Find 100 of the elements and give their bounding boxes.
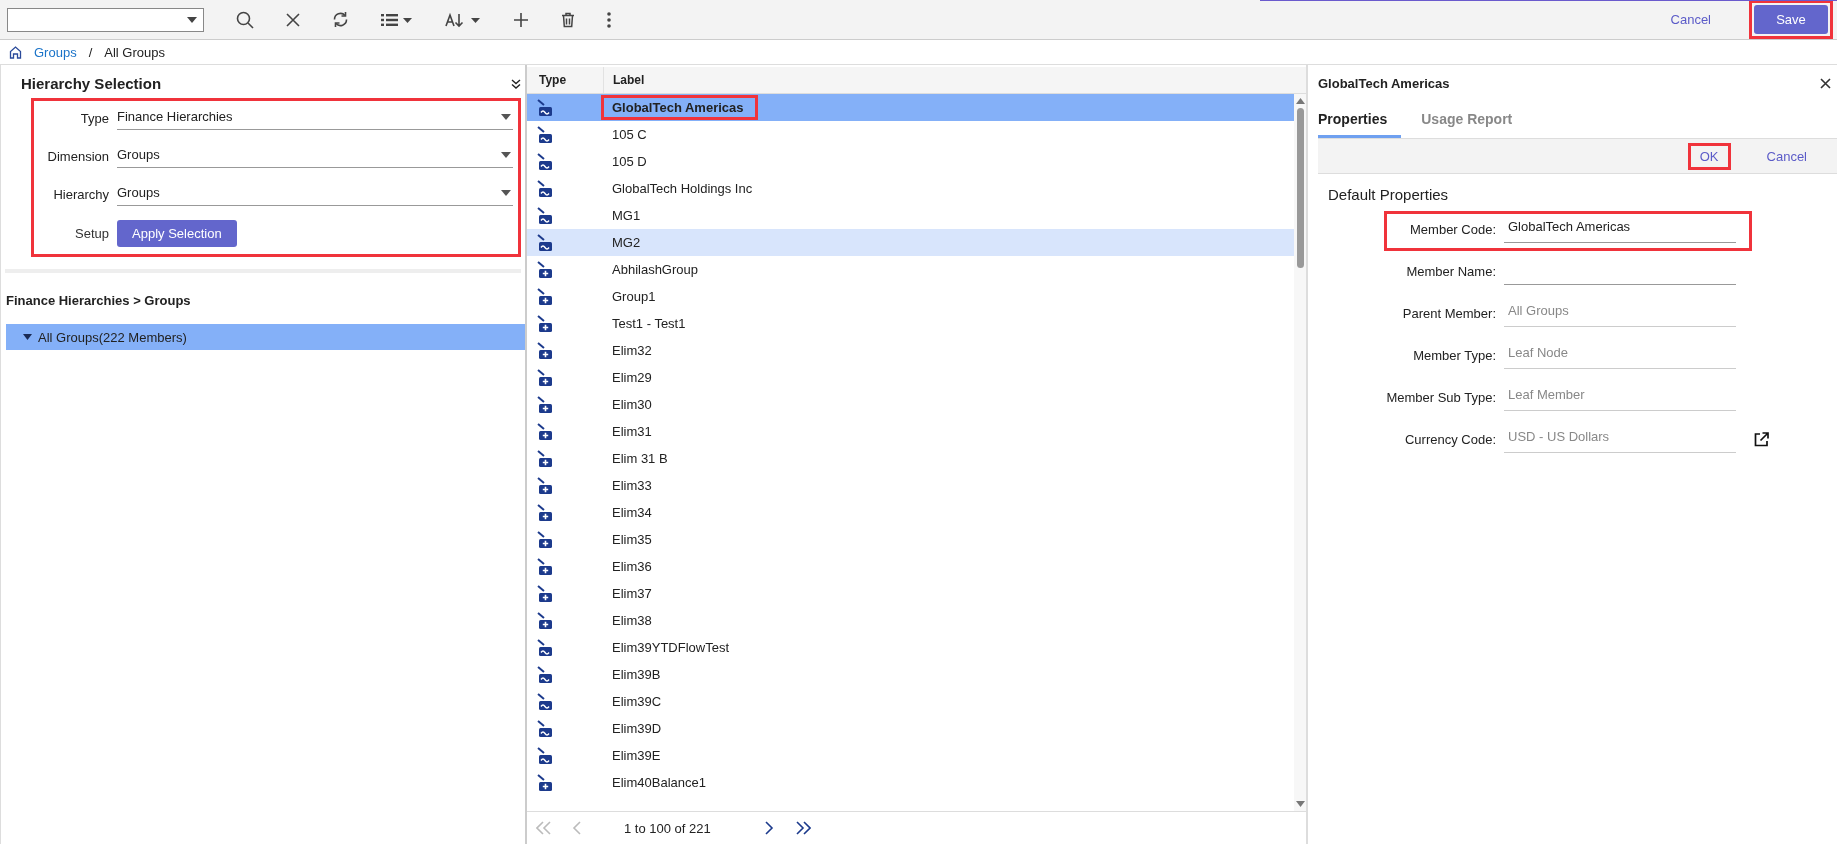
scrollbar[interactable] bbox=[1294, 94, 1306, 811]
member-label: Elim29 bbox=[611, 369, 653, 387]
collapse-icon[interactable] bbox=[511, 78, 521, 89]
table-row[interactable]: Elim33 bbox=[527, 472, 1294, 499]
scroll-thumb[interactable] bbox=[1296, 108, 1304, 268]
table-row[interactable]: Elim37 bbox=[527, 580, 1294, 607]
scroll-down-icon[interactable] bbox=[1295, 801, 1305, 807]
trash-icon[interactable] bbox=[561, 11, 575, 28]
member-label: Elim 31 B bbox=[611, 450, 669, 468]
text-field[interactable]: GlobalTech Americas bbox=[1504, 219, 1736, 243]
tab[interactable]: Usage Report bbox=[1421, 105, 1513, 138]
field-label: Member Sub Type: bbox=[1385, 390, 1496, 407]
field-label: Member Name: bbox=[1405, 264, 1496, 281]
tree-node[interactable]: All Groups(222 Members) bbox=[6, 324, 525, 350]
apply-selection-button[interactable]: Apply Selection bbox=[117, 220, 237, 247]
select-field[interactable]: Groups bbox=[117, 182, 513, 206]
member-label: Elim37 bbox=[611, 585, 653, 603]
table-row[interactable]: Elim39B bbox=[527, 661, 1294, 688]
member-label: GlobalTech Americas bbox=[601, 95, 758, 120]
member-label: Elim40Balance1 bbox=[611, 774, 707, 792]
field-label: Dimension bbox=[46, 148, 109, 164]
table-row[interactable]: MG1 bbox=[527, 202, 1294, 229]
caret-icon bbox=[187, 16, 197, 23]
external-link-icon[interactable] bbox=[1754, 432, 1769, 447]
readonly-field: All Groups bbox=[1504, 303, 1736, 327]
member-label: MG2 bbox=[611, 234, 642, 252]
breadcrumb-link[interactable]: Groups bbox=[34, 44, 77, 60]
ok-button[interactable]: OK bbox=[1691, 144, 1727, 168]
page-status: 1 to 100 of 221 bbox=[624, 820, 711, 836]
select-field[interactable]: Finance Hierarchies bbox=[117, 106, 513, 130]
member-label: Elim35 bbox=[611, 531, 653, 549]
close-icon[interactable] bbox=[286, 12, 300, 27]
breadcrumb-separator: / bbox=[88, 44, 93, 60]
panel-title: Hierarchy Selection bbox=[21, 75, 162, 92]
member-label: Elim39B bbox=[611, 666, 662, 684]
table-row[interactable]: Elim30 bbox=[527, 391, 1294, 418]
field-label: Hierarchy bbox=[52, 186, 109, 202]
table-row[interactable]: Elim36 bbox=[527, 553, 1294, 580]
refresh-icon[interactable] bbox=[332, 11, 349, 28]
table-row[interactable]: Elim 31 B bbox=[527, 445, 1294, 472]
last-page-icon[interactable] bbox=[794, 821, 811, 835]
member-label: Elim38 bbox=[611, 612, 653, 630]
sort-icon[interactable] bbox=[445, 11, 481, 28]
panel-title: GlobalTech Americas bbox=[1318, 75, 1450, 91]
table-row[interactable]: 105 D bbox=[527, 148, 1294, 175]
member-label: Elim39C bbox=[611, 693, 663, 711]
section-title: Default Properties bbox=[1327, 185, 1450, 205]
table-row[interactable]: Elim38 bbox=[527, 607, 1294, 634]
table-row[interactable]: Elim35 bbox=[527, 526, 1294, 553]
table-row[interactable]: Elim29 bbox=[527, 364, 1294, 391]
more-icon[interactable] bbox=[607, 11, 611, 28]
table-row[interactable]: Elim34 bbox=[527, 499, 1294, 526]
caret-icon bbox=[501, 151, 511, 158]
add-icon[interactable] bbox=[513, 11, 529, 28]
list-icon[interactable] bbox=[381, 12, 413, 27]
search-icon[interactable] bbox=[236, 10, 254, 29]
table-row[interactable]: AbhilashGroup bbox=[527, 256, 1294, 283]
member-label: AbhilashGroup bbox=[611, 261, 699, 279]
table-row[interactable]: Elim39E bbox=[527, 742, 1294, 769]
member-label: Elim30 bbox=[611, 396, 653, 414]
table-row[interactable]: 105 C bbox=[527, 121, 1294, 148]
table-row[interactable]: Test1 - Test1 bbox=[527, 310, 1294, 337]
table-row[interactable]: GlobalTech Americas bbox=[527, 94, 1294, 121]
table-row[interactable]: Group1 bbox=[527, 283, 1294, 310]
column-header[interactable]: Type bbox=[527, 67, 604, 93]
member-label: Elim39YTDFlowTest bbox=[611, 639, 731, 657]
cancel-button[interactable]: Cancel bbox=[1758, 144, 1815, 168]
member-label: Elim32 bbox=[611, 342, 653, 360]
table-row[interactable]: Elim31 bbox=[527, 418, 1294, 445]
table-row[interactable]: Elim39C bbox=[527, 688, 1294, 715]
member-label: Elim39D bbox=[611, 720, 663, 738]
home-icon[interactable] bbox=[9, 45, 22, 59]
select-field[interactable]: Groups bbox=[117, 144, 513, 168]
field-label: Currency Code: bbox=[1403, 432, 1496, 449]
hierarchy-path: Finance Hierarchies > Groups bbox=[5, 292, 192, 310]
column-header[interactable]: Label bbox=[604, 73, 645, 87]
member-label: 105 C bbox=[611, 126, 648, 144]
readonly-field: USD - US Dollars bbox=[1504, 429, 1736, 453]
member-label: Group1 bbox=[611, 288, 657, 306]
caret-icon bbox=[501, 189, 511, 196]
setup-label: Setup bbox=[74, 226, 109, 241]
filter-dropdown[interactable] bbox=[7, 7, 204, 32]
table-row[interactable]: Elim39D bbox=[527, 715, 1294, 742]
table-row[interactable]: Elim39YTDFlowTest bbox=[527, 634, 1294, 661]
table-row[interactable]: MG2 bbox=[527, 229, 1294, 256]
member-label: Elim31 bbox=[611, 423, 653, 441]
close-icon[interactable] bbox=[1820, 77, 1831, 89]
field-label: Member Code: bbox=[1409, 222, 1496, 239]
caret-icon bbox=[501, 113, 511, 120]
save-button[interactable]: Save bbox=[1754, 5, 1828, 34]
member-label: Elim33 bbox=[611, 477, 653, 495]
expand-caret-icon bbox=[23, 334, 32, 340]
scroll-up-icon[interactable] bbox=[1295, 98, 1305, 104]
field-label: Member Type: bbox=[1412, 348, 1496, 365]
table-row[interactable]: GlobalTech Holdings Inc bbox=[527, 175, 1294, 202]
cancel-button[interactable]: Cancel bbox=[1662, 8, 1719, 31]
table-row[interactable]: Elim40Balance1 bbox=[527, 769, 1294, 796]
table-row[interactable]: Elim32 bbox=[527, 337, 1294, 364]
member-label: Elim39E bbox=[611, 747, 662, 765]
member-label: MG1 bbox=[611, 207, 642, 225]
